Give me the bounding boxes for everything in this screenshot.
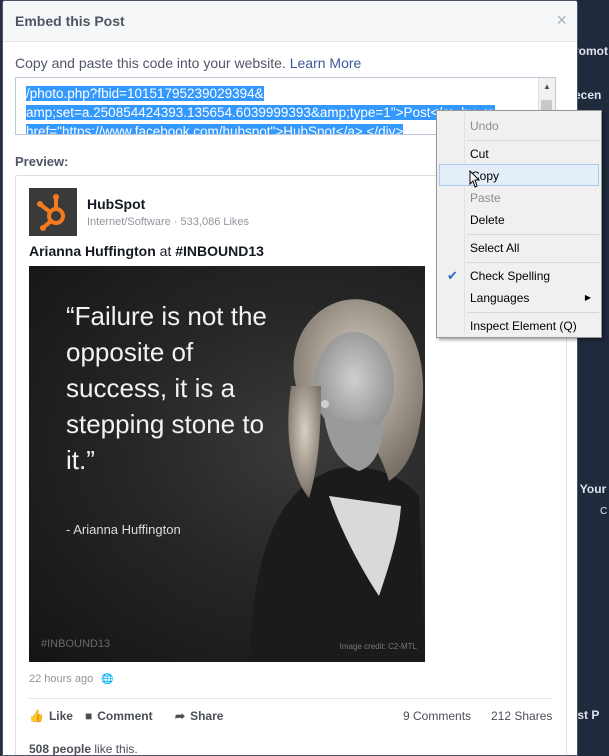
code-line: amp;set=a.250854424393.135654.6039999393… [26,105,495,120]
scroll-up-icon[interactable]: ▲ [543,82,551,91]
image-hashtag: #INBOUND13 [41,638,111,650]
shares-count-link[interactable]: 212 Shares [491,709,552,723]
embed-instructions: Copy and paste this code into your websi… [15,55,361,71]
likes-suffix: like this. [94,742,138,756]
code-line: /photo.php?fbid=10151795239029394& [26,86,264,101]
menu-item-paste[interactable]: Paste [437,187,601,209]
menu-label: Inspect Element (Q) [470,319,577,333]
hubspot-logo-icon [29,188,77,236]
share-button[interactable]: ➦ Share [175,709,223,723]
menu-label: Check Spelling [470,269,551,283]
like-button[interactable]: 👍 Like [29,709,73,723]
mouse-cursor-icon [469,170,481,188]
hashtag-link[interactable]: #INBOUND13 [175,243,264,259]
menu-item-copy[interactable]: Copy [439,164,599,186]
globe-icon: 🌐 [101,674,114,685]
hubspot-avatar[interactable] [29,188,77,236]
quote-attribution: - Arianna Huffington [66,522,181,537]
menu-item-cut[interactable]: Cut [437,143,601,165]
context-menu: Undo Cut Copy Paste Delete Select All ✔ … [436,110,602,338]
menu-item-check-spelling[interactable]: ✔ Check Spelling [437,265,601,287]
author-link[interactable]: Arianna Huffington [29,243,156,259]
menu-item-inspect-element[interactable]: Inspect Element (Q) [437,315,601,337]
preview-label: Preview: [15,154,69,169]
checkmark-icon: ✔ [447,268,458,283]
dialog-title: Embed this Post [15,13,125,29]
post-timestamp[interactable]: 22 hours ago 🌐 [29,673,114,685]
image-credit: Image credit: C2-MTL [339,642,417,651]
post-photo[interactable]: “Failure is not the opposite of success,… [29,266,425,662]
menu-separator [467,262,599,263]
thumbs-up-icon: 👍 [29,709,44,723]
post-actions-bar: 👍 Like ■ Comment ➦ Share 9 Comments 212 … [29,709,553,729]
bg-text-fragment: C [600,506,608,517]
close-icon[interactable]: × [556,10,567,30]
menu-item-select-all[interactable]: Select All [437,237,601,259]
share-arrow-icon: ➦ [175,709,186,723]
actions-divider [29,698,553,699]
timestamp-text: 22 hours ago [29,673,94,685]
menu-label: Delete [470,213,505,227]
post-headline: Arianna Huffington at #INBOUND13 [29,243,264,259]
comment-bubble-icon: ■ [85,709,93,723]
menu-separator [467,234,599,235]
menu-label: Select All [470,241,520,255]
quote-text: “Failure is not the opposite of success,… [66,301,267,475]
menu-label: Cut [470,147,489,161]
menu-separator [467,312,599,313]
dialog-header: Embed this Post × [3,1,577,42]
comment-label: Comment [97,709,153,723]
menu-item-delete[interactable]: Delete [437,209,601,231]
code-line: href="https://www.facebook.com/hubspot">… [26,124,404,134]
at-word: at [159,243,172,259]
menu-separator [467,140,599,141]
menu-item-undo[interactable]: Undo [437,115,601,137]
menu-label: Languages [470,291,530,305]
menu-label: Paste [470,191,501,205]
share-label: Share [190,709,224,723]
comment-button[interactable]: ■ Comment [85,709,153,723]
bg-text-fragment: romot [574,44,608,58]
page-name-link[interactable]: HubSpot [87,196,145,212]
bg-text-fragment: ecen [574,88,602,102]
learn-more-link[interactable]: Learn More [290,55,362,71]
likes-count-link[interactable]: 508 people [29,742,91,755]
submenu-arrow-icon: ▶ [584,293,591,302]
page-meta: Internet/Software · 533,086 Likes [87,216,250,228]
likes-summary: 508 people like this. [29,742,138,756]
comments-count-link[interactable]: 9 Comments [403,709,471,723]
menu-label: Undo [470,119,499,133]
menu-item-languages[interactable]: Languages ▶ [437,287,601,309]
like-label: Like [48,709,73,723]
instructions-text: Copy and paste this code into your websi… [15,55,286,71]
